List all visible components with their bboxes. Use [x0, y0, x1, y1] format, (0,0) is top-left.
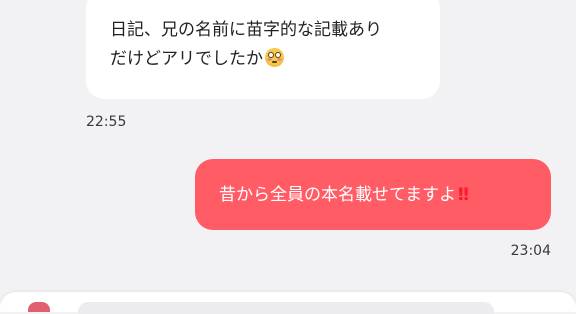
message-input[interactable]: [78, 302, 494, 314]
flushed-face-emoji-icon: [265, 48, 284, 67]
sticker-icon[interactable]: [28, 302, 50, 312]
message-timestamp: 23:04: [510, 243, 551, 259]
outgoing-message-bubble[interactable]: 昔から全員の本名載せてますよ ‼: [195, 159, 551, 230]
double-exclamation-emoji-icon: ‼: [458, 185, 469, 205]
message-text: 昔から全員の本名載せてますよ: [219, 185, 457, 205]
chat-thread: 日記、兄の名前に苗字的な記載あり だけどアリでしたか 22:55 昔から全員の本…: [0, 0, 576, 309]
message-line-text: だけどアリでしたか: [110, 49, 263, 69]
incoming-message-bubble[interactable]: 日記、兄の名前に苗字的な記載あり だけどアリでしたか: [86, 0, 440, 99]
message-line: 日記、兄の名前に苗字的な記載あり: [110, 20, 382, 40]
message-timestamp: 22:55: [86, 114, 127, 130]
message-line: だけどアリでしたか: [110, 45, 420, 74]
